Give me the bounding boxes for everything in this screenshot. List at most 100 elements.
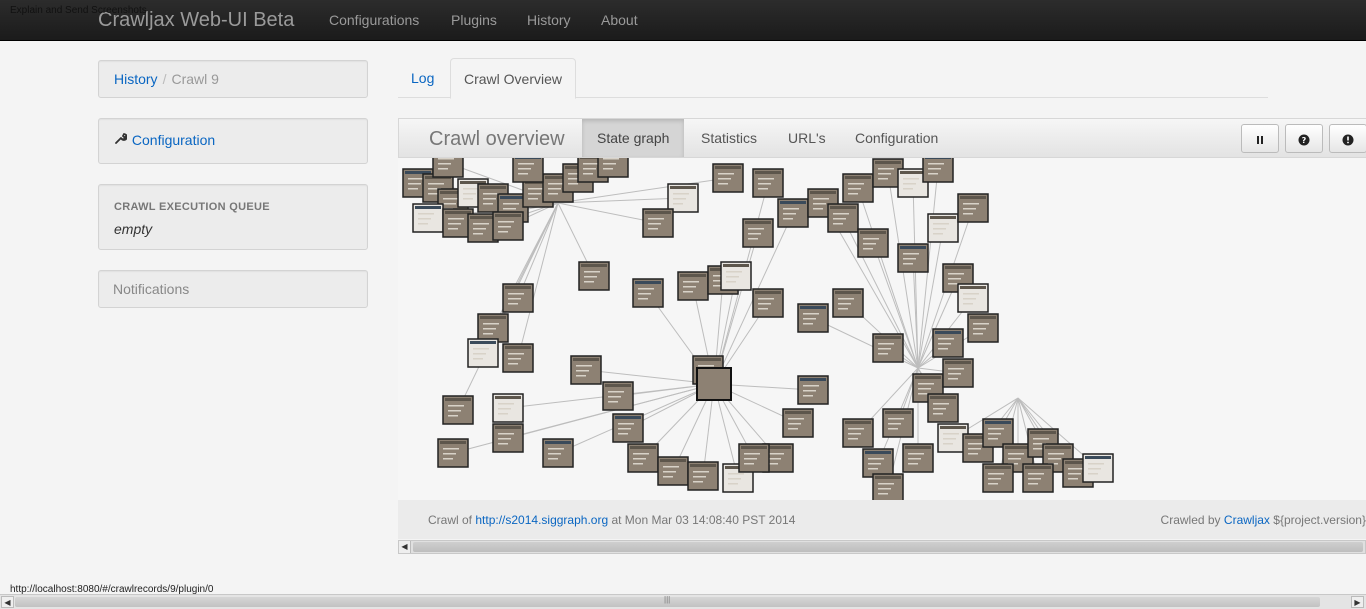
crawljax-link[interactable]: Crawljax bbox=[1224, 513, 1270, 527]
state-node[interactable] bbox=[738, 443, 770, 473]
crawl-info: Crawl of http://s2014.siggraph.org at Mo… bbox=[428, 513, 795, 527]
state-node[interactable] bbox=[502, 283, 534, 313]
state-node[interactable] bbox=[882, 408, 914, 438]
pause-button[interactable] bbox=[1241, 124, 1279, 153]
crawled-site-link[interactable]: http://s2014.siggraph.org bbox=[475, 513, 608, 527]
page-horizontal-scrollbar[interactable]: ◀ ||| ▶ bbox=[0, 594, 1366, 609]
state-node[interactable] bbox=[902, 443, 934, 473]
state-node[interactable] bbox=[842, 418, 874, 448]
state-node[interactable] bbox=[627, 443, 659, 473]
state-node[interactable] bbox=[712, 163, 744, 193]
queue-value: empty bbox=[114, 221, 153, 237]
scrollbar-thumb[interactable] bbox=[413, 542, 1363, 552]
state-node[interactable] bbox=[542, 438, 574, 468]
page-scroll-left-icon[interactable]: ◀ bbox=[1, 596, 14, 608]
tab-log[interactable]: Log bbox=[398, 58, 447, 98]
state-node[interactable] bbox=[578, 261, 610, 291]
power-button[interactable] bbox=[1329, 124, 1366, 153]
state-node[interactable] bbox=[967, 313, 999, 343]
state-node[interactable] bbox=[752, 168, 784, 198]
power-icon bbox=[1342, 133, 1354, 145]
state-node[interactable] bbox=[477, 313, 509, 343]
scroll-left-arrow-icon[interactable]: ◀ bbox=[399, 541, 411, 553]
state-node[interactable] bbox=[957, 283, 989, 313]
state-node[interactable] bbox=[412, 203, 444, 233]
nav-about[interactable]: About bbox=[601, 12, 638, 28]
state-node[interactable] bbox=[872, 333, 904, 363]
state-node[interactable] bbox=[862, 448, 894, 478]
overview-toolbar: Crawl overview State graph Statistics UR… bbox=[398, 118, 1366, 158]
subtab-statistics[interactable]: Statistics bbox=[686, 119, 772, 157]
state-node[interactable] bbox=[432, 158, 464, 178]
hub-state-node[interactable] bbox=[696, 367, 732, 401]
state-node[interactable] bbox=[922, 158, 954, 183]
state-node[interactable] bbox=[677, 271, 709, 301]
subtab-state-graph[interactable]: State graph bbox=[582, 119, 685, 157]
state-node[interactable] bbox=[602, 381, 634, 411]
state-node[interactable] bbox=[782, 408, 814, 438]
state-node[interactable] bbox=[492, 423, 524, 453]
state-node[interactable] bbox=[612, 413, 644, 443]
screenshot-caption: Explain and Send Screenshots bbox=[10, 5, 147, 16]
state-node[interactable] bbox=[570, 355, 602, 385]
breadcrumb-history-link[interactable]: History bbox=[114, 71, 158, 87]
state-node[interactable] bbox=[1022, 463, 1054, 493]
state-node[interactable] bbox=[777, 198, 809, 228]
crawl-footer: Crawl of http://s2014.siggraph.org at Mo… bbox=[398, 500, 1366, 539]
configuration-link[interactable]: Configuration bbox=[132, 132, 215, 148]
state-node[interactable] bbox=[1082, 453, 1114, 483]
state-node[interactable] bbox=[932, 328, 964, 358]
state-node[interactable] bbox=[942, 358, 974, 388]
help-button[interactable]: ? bbox=[1285, 124, 1323, 153]
state-node[interactable] bbox=[492, 211, 524, 241]
state-node[interactable] bbox=[720, 261, 752, 291]
state-node[interactable] bbox=[957, 193, 989, 223]
state-node[interactable] bbox=[687, 461, 719, 491]
state-node[interactable] bbox=[512, 158, 544, 183]
state-graph[interactable] bbox=[398, 158, 1366, 500]
state-node[interactable] bbox=[832, 288, 864, 318]
state-node[interactable] bbox=[442, 395, 474, 425]
subtab-urls[interactable]: URL's bbox=[773, 119, 841, 157]
state-node[interactable] bbox=[437, 438, 469, 468]
wrench-icon bbox=[114, 132, 128, 148]
state-node[interactable] bbox=[842, 173, 874, 203]
overview-title: Crawl overview bbox=[429, 128, 565, 150]
state-node[interactable] bbox=[752, 288, 784, 318]
state-node[interactable] bbox=[927, 393, 959, 423]
state-node[interactable] bbox=[797, 303, 829, 333]
state-node[interactable] bbox=[982, 463, 1014, 493]
nav-plugins[interactable]: Plugins bbox=[451, 12, 497, 28]
notifications-panel: Notifications bbox=[98, 270, 368, 308]
state-node[interactable] bbox=[667, 183, 699, 213]
state-graph-canvas[interactable] bbox=[398, 158, 1366, 500]
nav-history[interactable]: History bbox=[527, 12, 571, 28]
state-node[interactable] bbox=[797, 375, 829, 405]
configuration-panel: Configuration bbox=[98, 118, 368, 164]
state-node[interactable] bbox=[827, 203, 859, 233]
nav-configurations[interactable]: Configurations bbox=[329, 12, 419, 28]
state-node[interactable] bbox=[857, 228, 889, 258]
state-node[interactable] bbox=[742, 218, 774, 248]
state-node[interactable] bbox=[502, 343, 534, 373]
state-node[interactable] bbox=[982, 418, 1014, 448]
project-version: ${project.version} bbox=[1273, 513, 1366, 527]
state-node[interactable] bbox=[657, 456, 689, 486]
help-icon: ? bbox=[1298, 133, 1310, 145]
state-node[interactable] bbox=[467, 338, 499, 368]
state-node[interactable] bbox=[597, 158, 629, 178]
state-node[interactable] bbox=[927, 213, 959, 243]
tab-crawl-overview[interactable]: Crawl Overview bbox=[450, 58, 577, 99]
state-node[interactable] bbox=[642, 208, 674, 238]
page-scroll-right-icon[interactable]: ▶ bbox=[1351, 596, 1364, 608]
crawl-timestamp: at Mon Mar 03 14:08:40 PST 2014 bbox=[611, 513, 796, 527]
state-node[interactable] bbox=[872, 473, 904, 500]
crawled-by: Crawled by Crawljax ${project.version} bbox=[1161, 513, 1366, 527]
crawled-by-label: Crawled by bbox=[1160, 513, 1221, 527]
state-node[interactable] bbox=[897, 243, 929, 273]
subtab-configuration[interactable]: Configuration bbox=[840, 119, 953, 157]
queue-header: CRAWL EXECUTION QUEUE bbox=[114, 201, 270, 213]
state-node[interactable] bbox=[492, 393, 524, 423]
graph-horizontal-scrollbar[interactable]: ◀ bbox=[398, 540, 1366, 554]
state-node[interactable] bbox=[632, 278, 664, 308]
